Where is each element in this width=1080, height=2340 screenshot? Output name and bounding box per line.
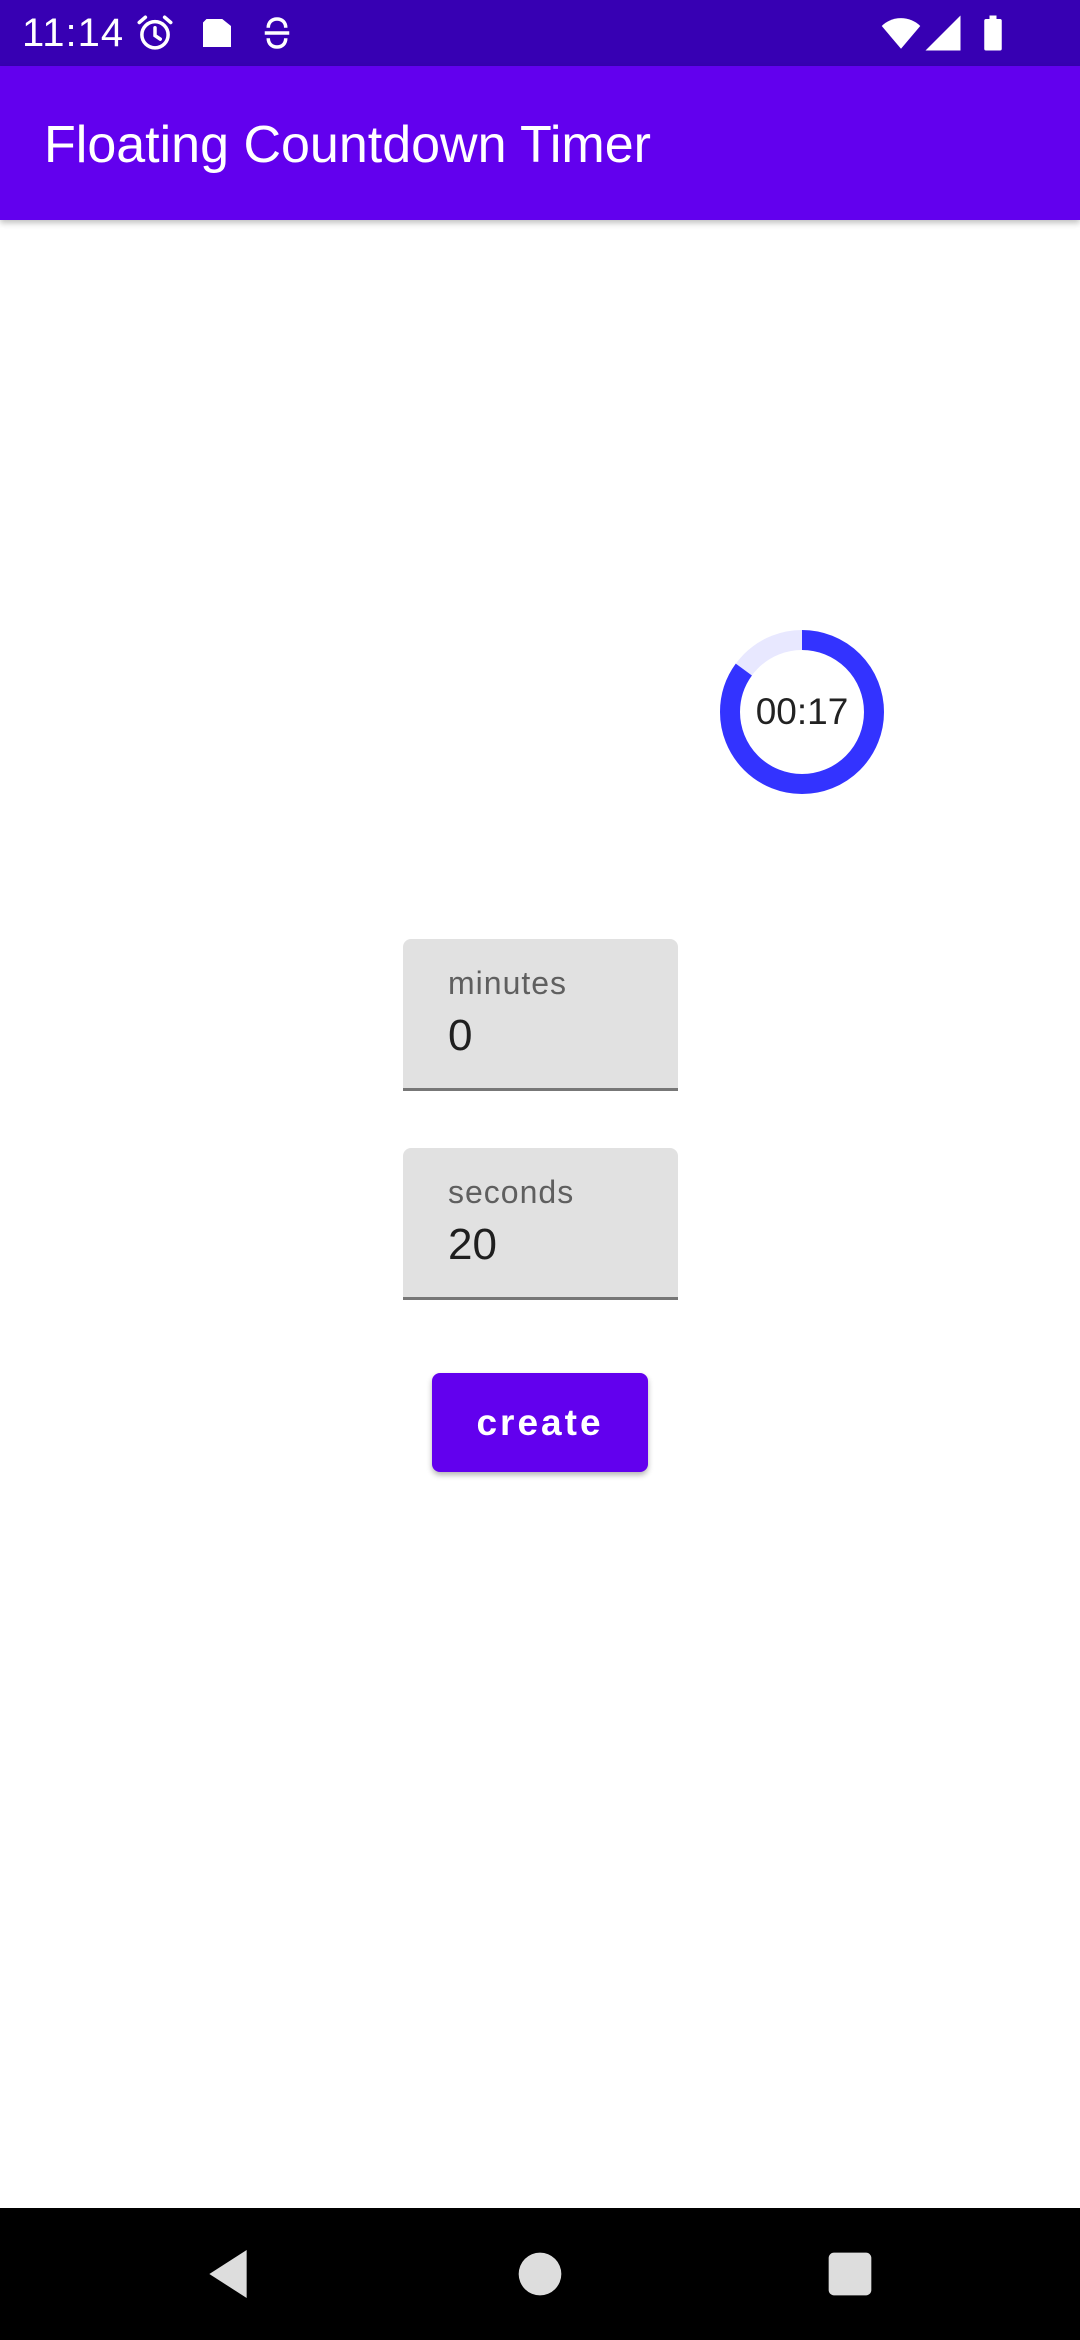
- recents-icon[interactable]: [818, 2242, 882, 2306]
- seconds-label: seconds: [448, 1174, 575, 1210]
- wifi-icon: [881, 18, 921, 49]
- app-title: Floating Countdown Timer: [44, 116, 651, 174]
- signal-icon: [925, 15, 961, 51]
- vpn-icon: [264, 17, 290, 49]
- status-time: 11:14: [22, 11, 125, 55]
- back-icon[interactable]: [196, 2242, 260, 2306]
- alarm-icon: [137, 15, 173, 50]
- minutes-value: 0: [448, 1011, 473, 1060]
- app-bar: Floating Countdown Timer: [0, 66, 1080, 220]
- sd-card-icon: [203, 19, 231, 47]
- floating-timer-widget[interactable]: 00:17: [718, 628, 886, 796]
- minutes-field[interactable]: minutes 0: [403, 939, 678, 1091]
- timer-display: 00:17: [755, 691, 849, 732]
- status-bar: 11:14: [0, 0, 1080, 66]
- navigation-bar: [0, 2208, 1080, 2340]
- home-icon[interactable]: [508, 2242, 572, 2306]
- minutes-label: minutes: [448, 965, 568, 1001]
- seconds-field[interactable]: seconds 20: [403, 1148, 678, 1300]
- battery-icon: [984, 15, 1002, 51]
- create-button[interactable]: create: [432, 1373, 648, 1472]
- seconds-value: 20: [448, 1220, 497, 1269]
